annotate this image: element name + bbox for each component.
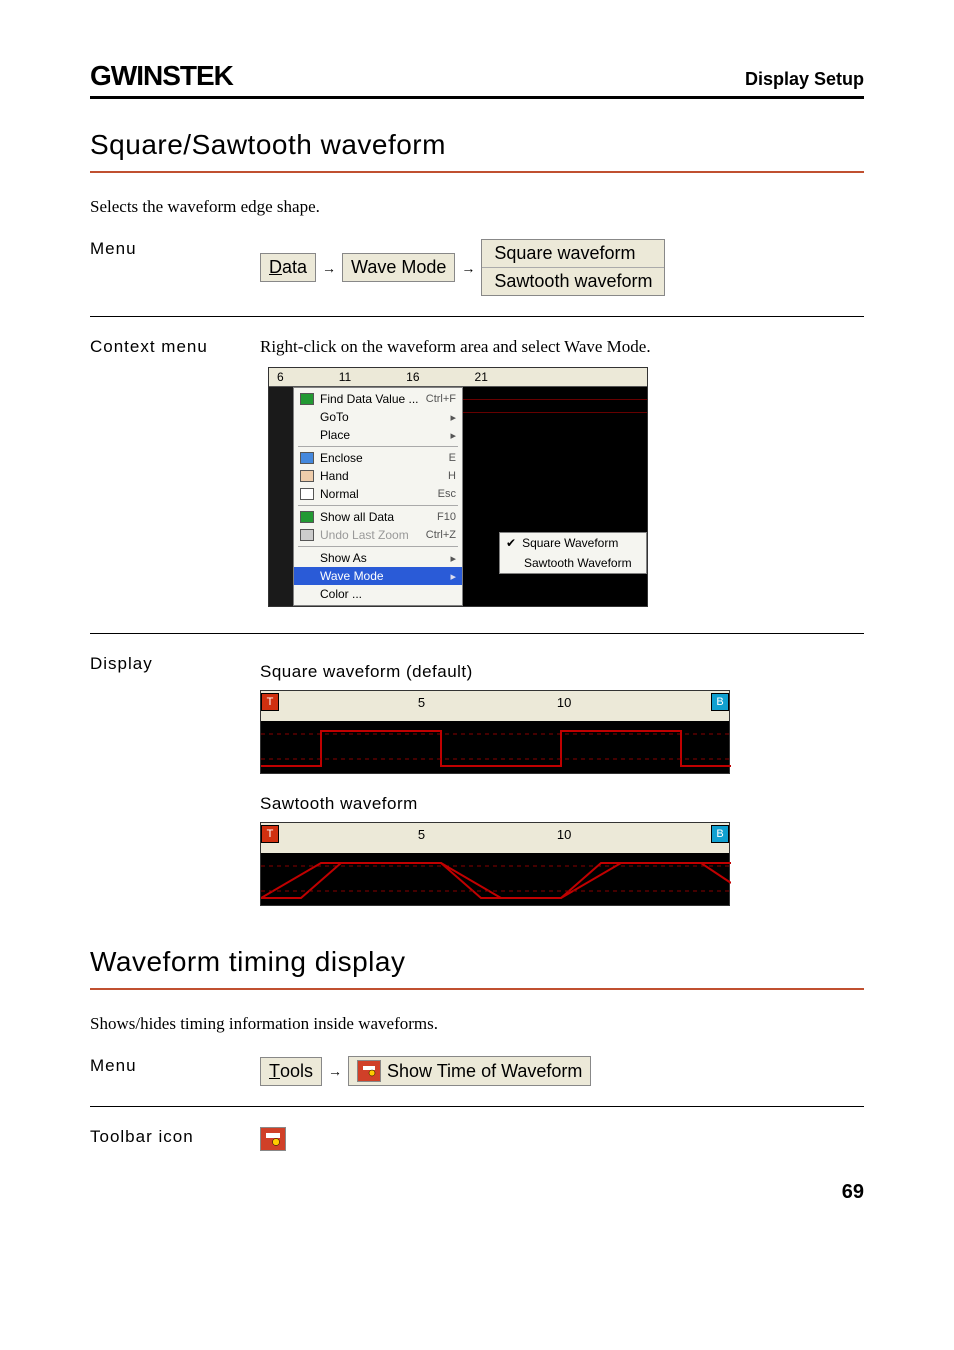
label-toolbar-icon: Toolbar icon (90, 1127, 260, 1147)
ruler-number: 10 (557, 827, 571, 842)
label-context-menu: Context menu (90, 337, 260, 357)
label-menu-2: Menu (90, 1056, 260, 1076)
page-number: 69 (90, 1181, 864, 1204)
ctx-item-enclose[interactable]: EncloseE (294, 449, 462, 467)
check-icon: ✔ (506, 536, 516, 550)
marker-b-icon: B (711, 693, 729, 711)
menu-path-wavemode: Data → Wave Mode → Square waveform Sawto… (260, 239, 864, 296)
label-menu: Menu (90, 239, 260, 259)
submenu-item-sawtooth[interactable]: Sawtooth waveform (482, 268, 664, 295)
arrow-icon: → (322, 260, 336, 276)
arrow-icon: → (461, 260, 475, 276)
menu-path-timing: Tools → Show Time of Waveform (260, 1056, 864, 1086)
ctx-ruler-tick: 16 (406, 370, 419, 384)
ctx-item-goto[interactable]: GoTo▸ (294, 408, 462, 426)
square-wave-svg (261, 721, 731, 773)
menu-chip-label: Show Time of Waveform (387, 1061, 582, 1082)
submenu-item-square[interactable]: Square waveform (482, 240, 664, 268)
menu-chip-tools[interactable]: Tools (260, 1057, 322, 1086)
brand-logo: GWINSTEK (90, 60, 233, 92)
page-header-right: Display Setup (745, 69, 864, 90)
section1-intro: Selects the waveform edge shape. (90, 197, 864, 217)
hand-icon (300, 470, 314, 482)
menu-chip-wavemode[interactable]: Wave Mode (342, 253, 455, 282)
ctx-item-normal[interactable]: NormalEsc (294, 485, 462, 503)
context-menu-screenshot: 6 11 16 21 Find Data Value ...Ctrl+F GoT… (268, 367, 648, 607)
ctx-item-place[interactable]: Place▸ (294, 426, 462, 444)
sawtooth-wave-svg (261, 853, 731, 905)
ruler-number: 5 (418, 827, 425, 842)
ctx-sub-square[interactable]: ✔Square Waveform (500, 533, 646, 553)
section-title-timing-display: Waveform timing display (90, 946, 864, 990)
display-title-square: Square waveform (default) (260, 662, 864, 682)
marker-t-icon: T (261, 693, 279, 711)
undo-icon (300, 529, 314, 541)
ctx-sub-sawtooth[interactable]: Sawtooth Waveform (500, 553, 646, 573)
ctx-ruler: 6 11 16 21 (269, 368, 647, 387)
context-menu: Find Data Value ...Ctrl+F GoTo▸ Place▸ E… (293, 387, 463, 606)
section2-intro: Shows/hides timing information inside wa… (90, 1014, 864, 1034)
waveform-preview-square: T 5 10 B (260, 690, 730, 774)
enclose-icon (300, 452, 314, 464)
binoculars-icon (300, 393, 314, 405)
marker-b-icon: B (711, 825, 729, 843)
ctx-ruler-tick: 21 (475, 370, 488, 384)
section-title-square-sawtooth: Square/Sawtooth waveform (90, 129, 864, 173)
menu-chip-show-time[interactable]: Show Time of Waveform (348, 1056, 591, 1086)
ctx-item-undo: Undo Last ZoomCtrl+Z (294, 526, 462, 544)
waveform-preview-sawtooth: T 5 10 B (260, 822, 730, 906)
submenu-waveform-choices: Square waveform Sawtooth waveform (481, 239, 665, 296)
ctx-item-hand[interactable]: HandH (294, 467, 462, 485)
label-display: Display (90, 654, 260, 674)
context-submenu-wavemode: ✔Square Waveform Sawtooth Waveform (499, 532, 647, 574)
toolbar-show-time-icon[interactable] (260, 1127, 286, 1151)
ruler-number: 5 (418, 695, 425, 710)
ctx-item-find[interactable]: Find Data Value ...Ctrl+F (294, 390, 462, 408)
show-time-icon (357, 1060, 381, 1082)
ctx-item-showas[interactable]: Show As▸ (294, 549, 462, 567)
ctx-item-color[interactable]: Color ... (294, 585, 462, 603)
marker-t-icon: T (261, 825, 279, 843)
ctx-item-showall[interactable]: Show all DataF10 (294, 508, 462, 526)
menu-chip-data[interactable]: Data (260, 253, 316, 282)
context-menu-text: Right-click on the waveform area and sel… (260, 337, 864, 357)
ctx-ruler-tick: 6 (277, 370, 284, 384)
arrow-icon: → (328, 1063, 342, 1079)
ctx-ruler-tick: 11 (339, 370, 351, 384)
cursor-icon (300, 488, 314, 500)
ruler-number: 10 (557, 695, 571, 710)
ctx-item-wavemode[interactable]: Wave Mode▸ (294, 567, 462, 585)
show-all-icon (300, 511, 314, 523)
display-title-sawtooth: Sawtooth waveform (260, 794, 864, 814)
